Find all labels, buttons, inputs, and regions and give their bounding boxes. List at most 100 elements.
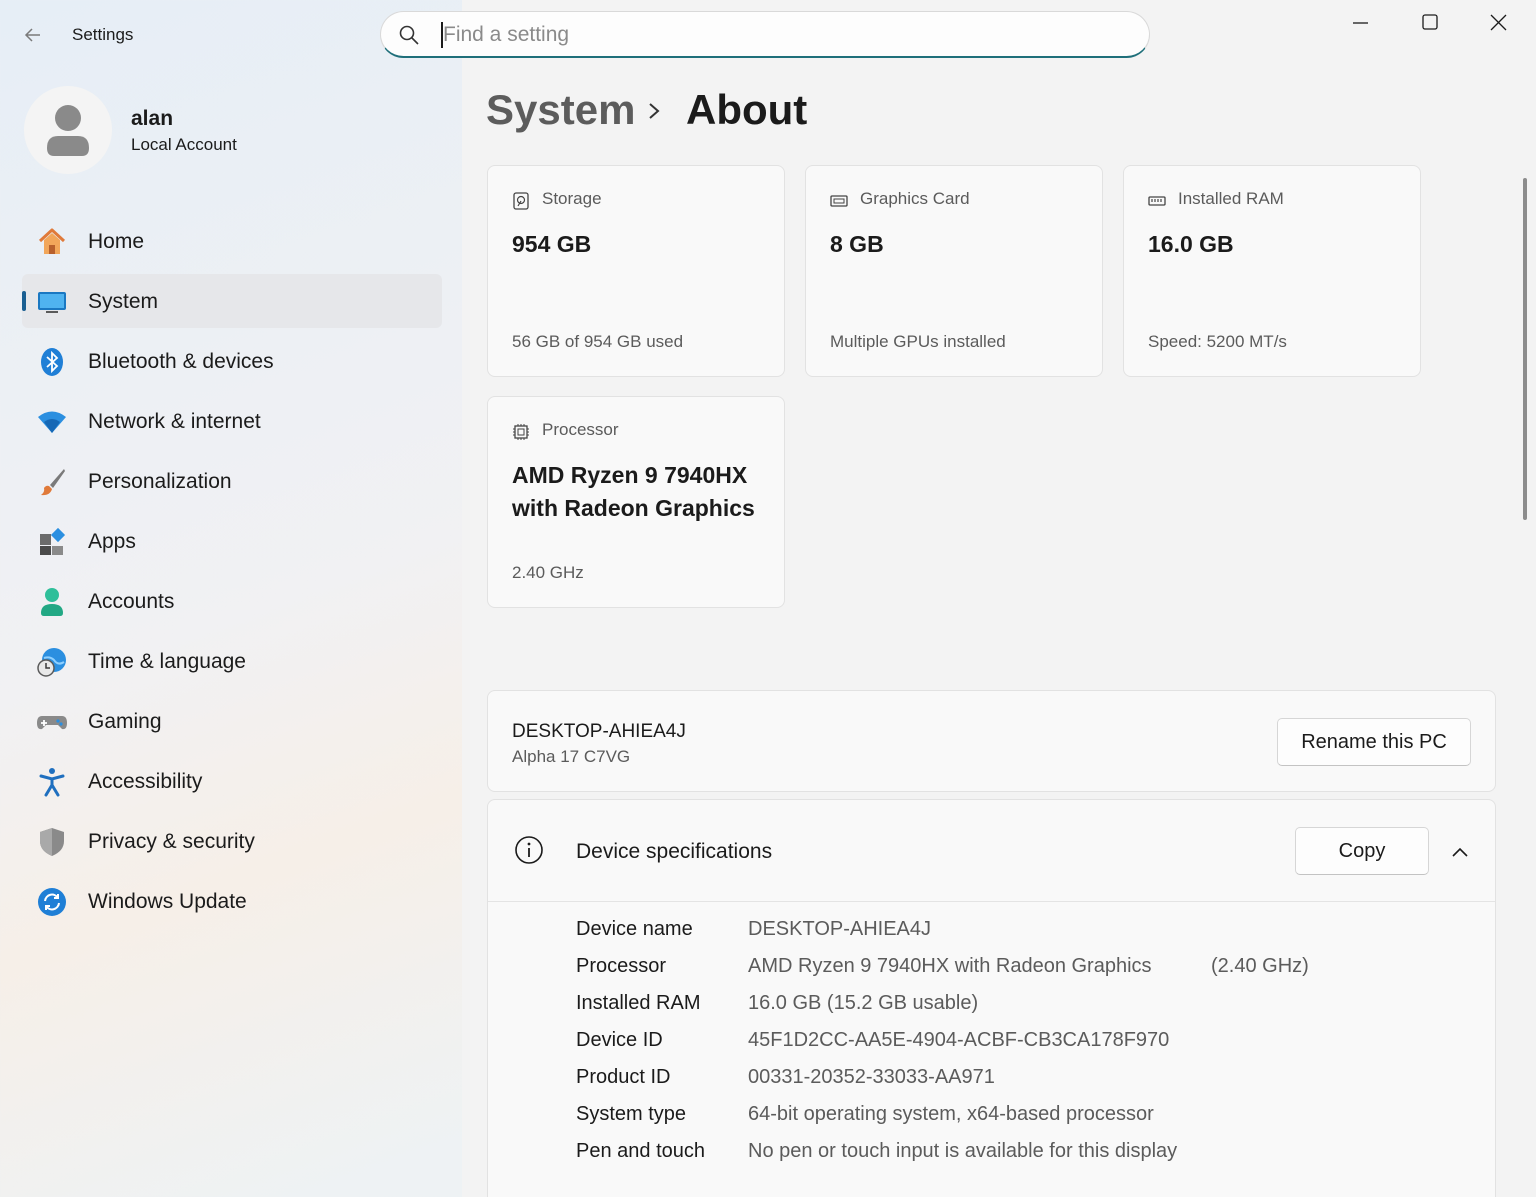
back-button[interactable] xyxy=(18,20,48,50)
copy-button[interactable]: Copy xyxy=(1295,827,1429,875)
sidebar-item-label: Apps xyxy=(88,530,136,553)
sidebar-item-label: Bluetooth & devices xyxy=(88,350,274,373)
spec-value: 64-bit operating system, x64-based proce… xyxy=(748,1103,1154,1125)
rename-pc-button[interactable]: Rename this PC xyxy=(1277,718,1471,766)
card-value: 16.0 GB xyxy=(1148,231,1234,257)
sidebar-item-label: Personalization xyxy=(88,470,232,493)
sidebar-item-home[interactable]: Home xyxy=(22,214,442,268)
storage-icon xyxy=(513,192,529,210)
search-box[interactable] xyxy=(380,11,1150,58)
spec-value: AMD Ryzen 9 7940HX with Radeon Graphics xyxy=(748,955,1152,977)
chevron-right-icon xyxy=(649,103,660,119)
spec-label: Processor xyxy=(576,955,667,977)
sidebar-nav: Home System Bluetooth & devices Network … xyxy=(22,214,442,934)
search-icon xyxy=(399,25,419,45)
card-value: 954 GB xyxy=(512,231,592,257)
sidebar-item-windows-update[interactable]: Windows Update xyxy=(22,874,442,928)
sidebar-item-bluetooth[interactable]: Bluetooth & devices xyxy=(22,334,442,388)
sidebar-item-label: Privacy & security xyxy=(88,830,255,853)
sidebar-item-time-language[interactable]: Time & language xyxy=(22,634,442,688)
section-title: Device specifications xyxy=(576,840,773,863)
card-title: Graphics Card xyxy=(860,189,970,208)
brush-icon xyxy=(41,469,65,496)
account-type: Local Account xyxy=(131,135,237,154)
sidebar-item-accessibility[interactable]: Accessibility xyxy=(22,754,442,808)
update-icon xyxy=(38,888,66,916)
spec-label: Installed RAM xyxy=(576,992,701,1014)
accessibility-icon xyxy=(39,768,65,797)
home-icon xyxy=(38,228,66,254)
processor-icon xyxy=(513,424,529,440)
globe-clock-icon xyxy=(37,648,66,677)
sidebar-item-network[interactable]: Network & internet xyxy=(22,394,442,448)
spec-value: 45F1D2CC-AA5E-4904-ACBF-CB3CA178F970 xyxy=(748,1029,1170,1051)
close-button[interactable] xyxy=(1476,8,1522,38)
sidebar-item-label: Gaming xyxy=(88,710,162,733)
minimize-icon xyxy=(1353,22,1368,24)
maximize-icon xyxy=(1422,14,1438,30)
sidebar-item-gaming[interactable]: Gaming xyxy=(22,694,442,748)
shield-icon xyxy=(40,828,64,856)
wifi-icon xyxy=(38,411,66,433)
maximize-button[interactable] xyxy=(1407,8,1453,38)
system-icon xyxy=(38,292,66,313)
card-title: Processor xyxy=(542,420,619,439)
close-icon xyxy=(1490,14,1507,31)
spec-label: System type xyxy=(576,1103,687,1125)
spec-label: Device ID xyxy=(576,1029,663,1051)
gamepad-icon xyxy=(37,716,67,730)
spec-value: No pen or touch input is available for t… xyxy=(748,1140,1178,1162)
pc-model: Alpha 17 C7VG xyxy=(512,747,631,766)
sidebar-item-label: Home xyxy=(88,230,145,253)
card-subtext: Multiple GPUs installed xyxy=(830,332,1006,351)
card-subtext: 56 GB of 954 GB used xyxy=(512,332,684,351)
card-title: Installed RAM xyxy=(1178,189,1284,208)
spec-value: DESKTOP-AHIEA4J xyxy=(748,918,932,940)
pc-name: DESKTOP-AHIEA4J xyxy=(512,721,686,742)
pc-name-panel: DESKTOP-AHIEA4J Alpha 17 C7VG Rename thi… xyxy=(487,690,1496,792)
card-value: 8 GB xyxy=(830,231,884,257)
sidebar-item-label: Windows Update xyxy=(88,890,247,913)
chevron-up-icon[interactable] xyxy=(1448,840,1472,864)
spec-label: Pen and touch xyxy=(576,1140,705,1162)
sidebar-item-privacy[interactable]: Privacy & security xyxy=(22,814,442,868)
spec-label: Device name xyxy=(576,918,693,940)
spec-value: 00331-20352-33033-AA971 xyxy=(748,1066,995,1088)
page-title: About xyxy=(686,86,808,133)
processor-card[interactable]: Processor AMD Ryzen 9 7940HX with Radeon… xyxy=(487,396,785,608)
graphics-card[interactable]: Graphics Card 8 GB Multiple GPUs install… xyxy=(805,165,1103,377)
device-specifications-panel: Device specifications Copy Device name D… xyxy=(487,799,1496,1197)
back-arrow-icon xyxy=(24,28,40,42)
minimize-button[interactable] xyxy=(1338,8,1384,38)
device-specifications-header[interactable]: Device specifications Copy xyxy=(488,800,1495,902)
bluetooth-icon xyxy=(41,348,63,376)
sidebar-item-accounts[interactable]: Accounts xyxy=(22,574,442,628)
user-name: alan xyxy=(131,107,174,130)
sidebar-item-apps[interactable]: Apps xyxy=(22,514,442,568)
avatar[interactable] xyxy=(24,86,112,174)
search-input[interactable] xyxy=(441,22,1121,48)
sidebar-item-system[interactable]: System xyxy=(22,274,442,328)
card-subtext: Speed: 5200 MT/s xyxy=(1148,332,1287,351)
ram-icon xyxy=(1148,196,1166,206)
apps-icon xyxy=(40,527,66,555)
sidebar-item-label: Accounts xyxy=(88,590,175,613)
card-title: Storage xyxy=(542,189,602,208)
card-subtext: 2.40 GHz xyxy=(512,563,584,582)
info-icon xyxy=(515,836,543,864)
scrollbar[interactable] xyxy=(1523,178,1527,520)
app-title: Settings xyxy=(72,25,134,44)
graphics-card-icon xyxy=(830,195,848,207)
card-value: AMD Ryzen 9 7940HX with Radeon Graphics xyxy=(512,462,755,521)
ram-card[interactable]: Installed RAM 16.0 GB Speed: 5200 MT/s xyxy=(1123,165,1421,377)
sidebar-item-label: Time & language xyxy=(88,650,246,673)
breadcrumb-parent[interactable]: System xyxy=(486,86,635,134)
sidebar-item-label: Accessibility xyxy=(88,770,203,793)
accounts-icon xyxy=(41,588,63,616)
user-avatar-icon xyxy=(47,105,89,156)
sidebar-item-label: System xyxy=(88,290,159,313)
spec-extra: (2.40 GHz) xyxy=(1211,955,1309,977)
sidebar-item-personalization[interactable]: Personalization xyxy=(22,454,442,508)
storage-card[interactable]: Storage 954 GB 56 GB of 954 GB used xyxy=(487,165,785,377)
spec-value: 16.0 GB (15.2 GB usable) xyxy=(748,992,979,1014)
